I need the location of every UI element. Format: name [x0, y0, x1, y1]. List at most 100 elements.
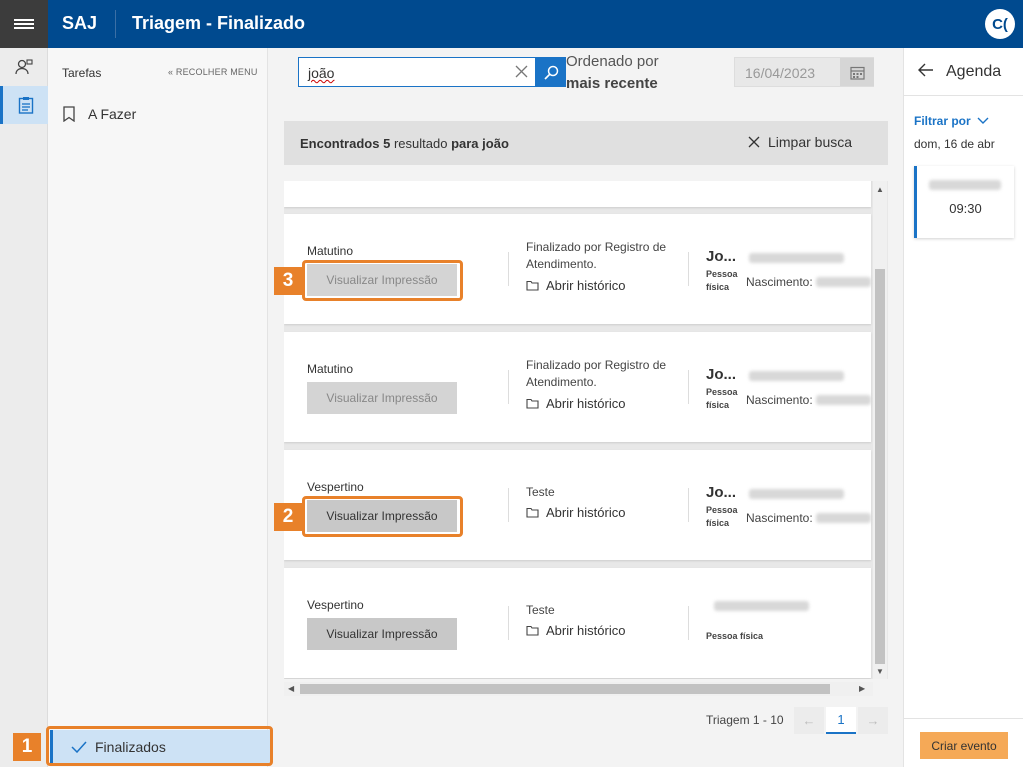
open-history-link[interactable]: Abrir histórico — [526, 623, 625, 638]
redacted-birthdate — [816, 513, 871, 523]
open-history-link[interactable]: Abrir histórico — [526, 278, 625, 293]
birth-label: Nascimento: — [746, 393, 813, 407]
divider — [508, 370, 509, 404]
order-label: Ordenado por — [566, 53, 659, 70]
divider — [688, 370, 689, 404]
divider — [508, 488, 509, 522]
result-bar: Encontrados 5 resultado para joão Limpar… — [284, 121, 888, 165]
filter-dropdown[interactable]: Filtrar por — [914, 114, 989, 128]
redacted-event-name — [929, 180, 1001, 190]
icon-rail — [0, 48, 48, 767]
divider — [688, 606, 689, 640]
status-text: Finalizado por Registro de Atendimento. — [526, 240, 667, 271]
collapse-menu-button[interactable]: « RECOLHER MENU — [168, 67, 258, 77]
scroll-thumb[interactable] — [875, 269, 885, 664]
agenda-title: Agenda — [946, 63, 1002, 80]
event-time: 09:30 — [949, 201, 982, 216]
divider — [508, 252, 509, 286]
folder-icon — [526, 280, 539, 291]
redacted-birthdate — [816, 395, 871, 405]
callout-highlight — [46, 726, 273, 766]
patient-name: Jo... — [706, 248, 737, 265]
callout-badge: 2 — [274, 503, 302, 531]
list-item: Vespertino Visualizar Impressão Teste Ab… — [284, 568, 871, 678]
sidebar-item-a-fazer[interactable]: A Fazer — [62, 106, 136, 122]
search-icon — [543, 65, 558, 80]
menu-title: Tarefas — [62, 66, 102, 80]
menu-button[interactable] — [0, 0, 48, 48]
search-input[interactable]: joão — [298, 57, 536, 87]
side-menu: Tarefas « RECOLHER MENU A Fazer — [48, 48, 268, 767]
callout-highlight — [302, 260, 463, 301]
redacted-birthdate — [816, 277, 871, 287]
agenda-footer: Criar evento — [904, 718, 1023, 767]
next-page-button[interactable]: → — [858, 707, 888, 734]
clipboard-icon — [18, 97, 33, 114]
scroll-thumb[interactable] — [300, 684, 830, 694]
period-label: Vespertino — [307, 598, 364, 612]
filter-label: Filtrar por — [914, 114, 971, 128]
redacted-document — [749, 253, 844, 263]
date-picker-button[interactable] — [840, 58, 874, 86]
agenda-date: dom, 16 de abr — [914, 137, 995, 151]
status-text: Teste — [526, 603, 555, 617]
order-value[interactable]: mais recente — [566, 75, 658, 92]
list-item — [284, 181, 871, 207]
scroll-up-arrow[interactable]: ▲ — [876, 185, 884, 194]
person-type: Pessoa física — [706, 269, 738, 292]
arrow-left-icon[interactable] — [918, 63, 934, 77]
current-page-button[interactable]: 1 — [826, 707, 856, 734]
period-label: Matutino — [307, 362, 354, 376]
open-history-label: Abrir histórico — [546, 505, 626, 520]
person-type: Pessoa física — [706, 631, 764, 641]
top-bar: SAJ Triagem - Finalizado C( — [0, 0, 1023, 48]
search-value[interactable]: joão — [308, 65, 334, 81]
redacted-document — [714, 601, 809, 611]
print-preview-button[interactable]: Visualizar Impressão — [307, 618, 457, 650]
avatar[interactable]: C( — [985, 9, 1015, 39]
period-label: Matutino — [307, 244, 354, 258]
calendar-icon — [849, 66, 865, 80]
scroll-left-arrow[interactable]: ◀ — [288, 684, 294, 693]
status-text: Teste — [526, 485, 555, 499]
close-icon[interactable] — [515, 65, 528, 78]
vertical-scrollbar[interactable]: ▲ ▼ — [873, 181, 887, 679]
date-field[interactable]: 16/04/2023 — [734, 57, 874, 87]
open-history-label: Abrir histórico — [546, 623, 626, 638]
folder-icon — [526, 507, 539, 518]
patient-name: Jo... — [706, 366, 737, 383]
list-item: Matutino Visualizar Impressão Finalizado… — [284, 332, 871, 442]
scroll-right-arrow[interactable]: ▶ — [859, 684, 865, 693]
horizontal-scrollbar[interactable]: ◀ ▶ — [284, 682, 873, 696]
prev-page-button[interactable]: ← — [794, 707, 824, 734]
rail-tasks-button[interactable] — [0, 86, 48, 124]
person-type: Pessoa física — [706, 505, 738, 528]
folder-icon — [526, 398, 539, 409]
chevron-down-icon — [977, 117, 989, 124]
divider — [688, 488, 689, 522]
period-label: Vespertino — [307, 480, 364, 494]
divider — [115, 10, 116, 38]
scroll-down-arrow[interactable]: ▼ — [876, 667, 884, 676]
open-history-label: Abrir histórico — [546, 278, 626, 293]
date-value: 16/04/2023 — [745, 65, 816, 81]
pagination-label: Triagem 1 - 10 — [706, 713, 784, 727]
print-preview-button[interactable]: Visualizar Impressão — [307, 382, 457, 414]
records-list: Matutino Visualizar Impressão Finalizado… — [284, 181, 888, 679]
redacted-document — [749, 371, 844, 381]
agenda-event[interactable]: 09:30 — [914, 166, 1014, 238]
agenda-header: Agenda — [904, 48, 1023, 96]
clear-search-button[interactable]: Limpar busca — [748, 134, 852, 150]
person-icon — [15, 59, 33, 75]
result-summary: Encontrados 5 resultado para joão — [300, 136, 509, 151]
birth-label: Nascimento: — [746, 275, 813, 289]
create-event-button[interactable]: Criar evento — [920, 732, 1008, 759]
callout-highlight — [302, 496, 463, 537]
open-history-link[interactable]: Abrir histórico — [526, 505, 625, 520]
open-history-link[interactable]: Abrir histórico — [526, 396, 625, 411]
rail-people-button[interactable] — [0, 48, 48, 86]
agenda-panel: Agenda Filtrar por dom, 16 de abr 09:30 … — [903, 48, 1023, 767]
brand[interactable]: SAJ — [62, 13, 97, 34]
folder-icon — [526, 625, 539, 636]
search-button[interactable] — [536, 57, 566, 87]
